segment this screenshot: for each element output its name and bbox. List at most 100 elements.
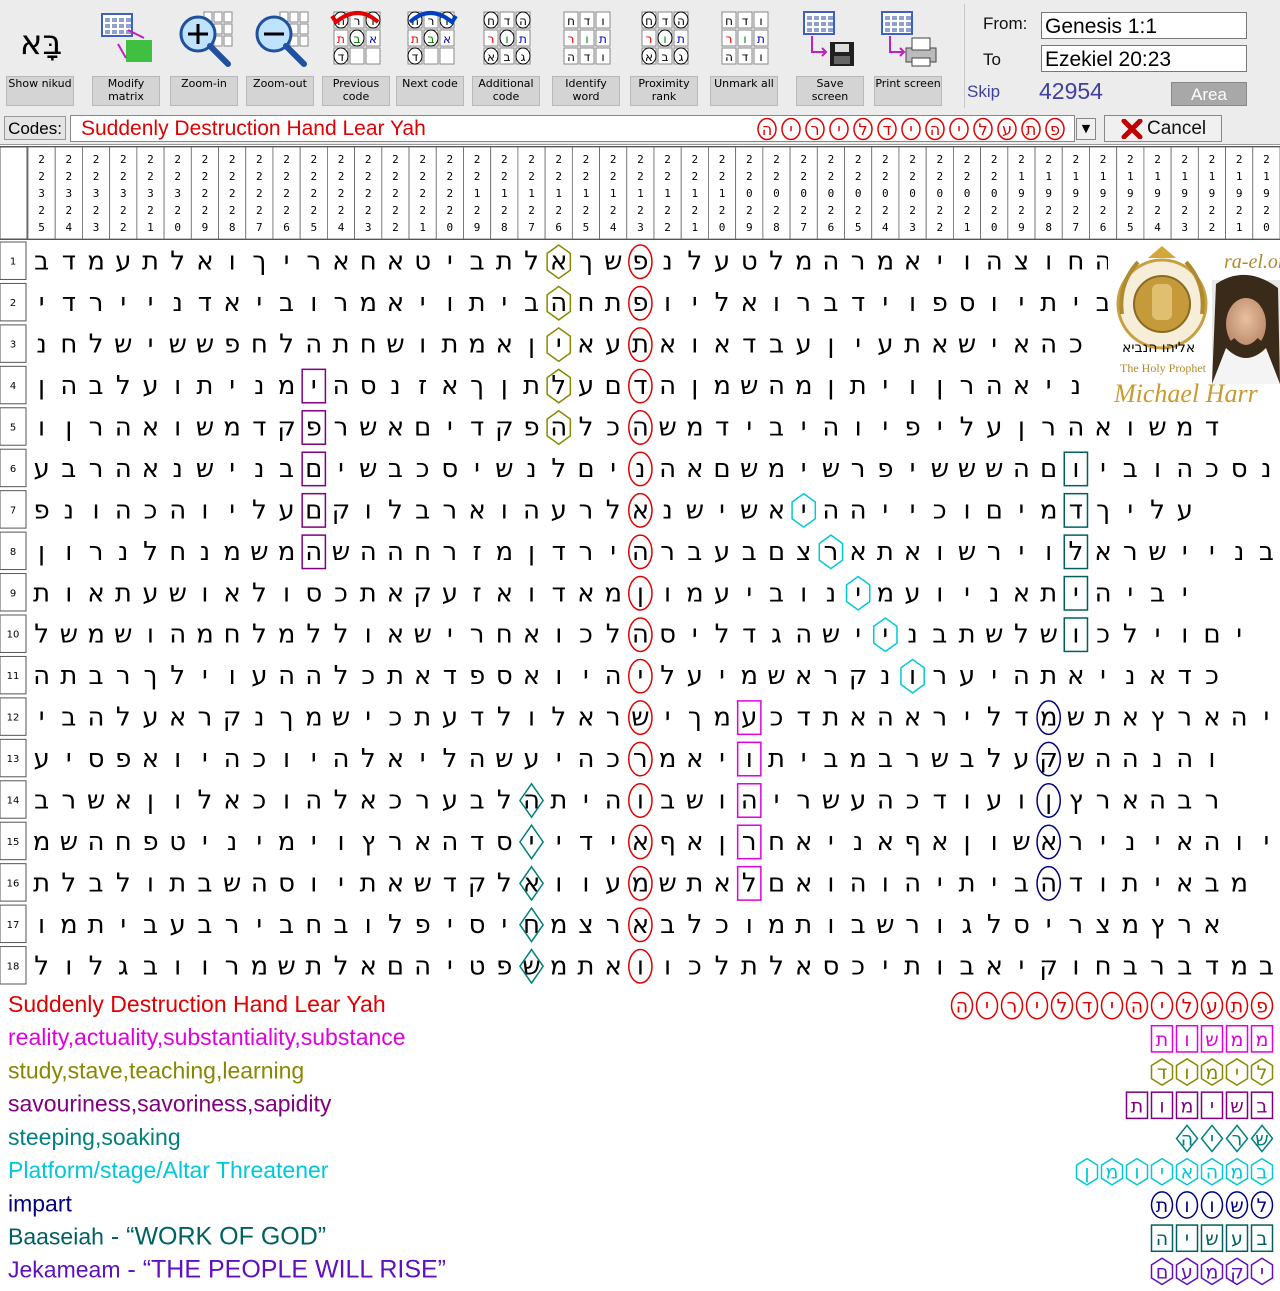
matrix-letter[interactable]: ר — [824, 661, 839, 691]
matrix-letter[interactable]: ח — [60, 330, 77, 360]
matrix-letter[interactable]: י — [1019, 951, 1025, 981]
matrix-letter[interactable]: ק — [332, 495, 350, 525]
matrix-letter[interactable]: ו — [963, 247, 970, 277]
matrix-letter[interactable]: א — [1094, 537, 1111, 567]
matrix-letter[interactable]: ה — [305, 330, 322, 360]
matrix-letter[interactable]: י — [501, 910, 507, 940]
matrix-letter[interactable]: ר — [905, 744, 920, 774]
matrix-letter[interactable]: ח — [251, 330, 268, 360]
matrix-letter[interactable]: ב — [333, 910, 348, 940]
matrix-letter[interactable]: ה — [1013, 454, 1030, 484]
matrix-letter[interactable]: ב — [197, 868, 212, 898]
matrix-letter[interactable]: ד — [1205, 951, 1219, 981]
matrix-letter[interactable]: ה — [1149, 786, 1166, 816]
matrix-letter[interactable]: ה — [1013, 661, 1030, 691]
column-number[interactable]: 2 2 3 2 5 — [27, 146, 56, 240]
column-number[interactable]: 2 1 9 2 8 — [1034, 146, 1063, 240]
matrix-letter[interactable]: צ — [578, 910, 593, 940]
matrix-letter[interactable]: ו — [310, 868, 317, 898]
matrix-letter[interactable]: ר — [633, 744, 648, 774]
matrix-letter[interactable]: י — [774, 786, 780, 816]
matrix-letter[interactable]: י — [746, 578, 752, 608]
matrix-letter[interactable]: ה — [877, 703, 894, 733]
zoom-out-button[interactable]: Zoom-out — [244, 2, 318, 106]
matrix-letter[interactable]: ע — [1013, 744, 1029, 774]
matrix-letter[interactable]: א — [795, 951, 812, 981]
matrix-letter[interactable]: י — [447, 247, 453, 277]
matrix-letter[interactable]: י — [120, 910, 126, 940]
matrix-letter[interactable]: ח — [1095, 951, 1112, 981]
matrix-letter[interactable]: ד — [633, 371, 647, 401]
matrix-letter[interactable]: ו — [882, 868, 889, 898]
matrix-letter[interactable]: ל — [334, 786, 349, 816]
matrix-letter[interactable]: י — [365, 703, 371, 733]
matrix-letter[interactable]: ה — [986, 247, 1003, 277]
matrix-letter[interactable]: א — [414, 827, 431, 857]
matrix-letter[interactable]: י — [964, 703, 970, 733]
matrix-letter[interactable]: ה — [550, 288, 567, 318]
matrix-letter[interactable]: ן — [936, 371, 943, 401]
matrix-letter[interactable]: ק — [495, 413, 513, 443]
matrix-letter[interactable]: ח — [224, 620, 241, 650]
matrix-letter[interactable]: ר — [579, 495, 594, 525]
matrix-letter[interactable]: מ — [1040, 495, 1058, 525]
area-button[interactable]: Area — [1171, 82, 1247, 106]
matrix-letter[interactable]: נ — [826, 578, 836, 608]
matrix-letter[interactable]: ה — [877, 786, 894, 816]
matrix-letter[interactable]: י — [937, 413, 943, 443]
column-number[interactable]: 2 2 0 2 9 — [735, 146, 764, 240]
matrix-letter[interactable]: ז — [418, 371, 427, 401]
matrix-letter[interactable]: ש — [522, 951, 540, 981]
matrix-letter[interactable]: ע — [278, 495, 294, 525]
matrix-letter[interactable]: י — [855, 620, 861, 650]
matrix-letter[interactable]: ש — [822, 454, 840, 484]
matrix-letter[interactable]: ב — [959, 744, 974, 774]
matrix-letter[interactable]: מ — [632, 868, 650, 898]
matrix-letter[interactable]: ב — [932, 620, 947, 650]
matrix-letter[interactable]: ר — [932, 703, 947, 733]
matrix-letter[interactable]: ן — [691, 371, 698, 401]
matrix-letter[interactable]: א — [142, 413, 159, 443]
matrix-letter[interactable]: י — [556, 827, 562, 857]
matrix-letter[interactable]: כ — [389, 786, 403, 816]
matrix-letter[interactable]: ר — [1069, 827, 1084, 857]
matrix-letter[interactable]: ה — [850, 868, 867, 898]
matrix-letter[interactable]: ו — [528, 578, 535, 608]
matrix-letter[interactable]: א — [1013, 330, 1030, 360]
matrix-letter[interactable]: ע — [33, 744, 49, 774]
matrix-letter[interactable]: י — [120, 288, 126, 318]
column-number[interactable]: 2 2 0 2 1 — [952, 146, 982, 240]
matrix-letter[interactable]: ה — [632, 413, 649, 443]
matrix-letter[interactable]: א — [795, 868, 812, 898]
matrix-letter[interactable]: מ — [686, 578, 704, 608]
matrix-letter[interactable]: כ — [688, 951, 702, 981]
matrix-letter[interactable]: ד — [552, 578, 566, 608]
matrix-letter[interactable]: מ — [1121, 910, 1139, 940]
matrix-letter[interactable]: ת — [795, 910, 812, 940]
matrix-letter[interactable]: ה — [632, 537, 649, 567]
matrix-letter[interactable]: ן — [65, 413, 72, 443]
matrix-letter[interactable]: ו — [174, 951, 181, 981]
matrix-letter[interactable]: מ — [768, 910, 786, 940]
matrix-letter[interactable]: ר — [225, 910, 240, 940]
matrix-letter[interactable]: ב — [742, 537, 757, 567]
matrix-letter[interactable]: ל — [34, 620, 49, 650]
matrix-letter[interactable]: מ — [60, 910, 78, 940]
matrix-letter[interactable]: י — [991, 868, 997, 898]
matrix-letter[interactable]: כ — [579, 620, 593, 650]
matrix-letter[interactable]: ה — [278, 661, 295, 691]
matrix-letter[interactable]: מ — [305, 703, 323, 733]
column-number[interactable]: 2 2 0 2 4 — [871, 146, 900, 240]
matrix-letter[interactable]: א — [686, 454, 703, 484]
matrix-letter[interactable]: ר — [334, 413, 349, 443]
matrix-letter[interactable]: כ — [389, 703, 403, 733]
matrix-letter[interactable]: ל — [170, 247, 185, 277]
matrix-letter[interactable]: נ — [172, 454, 182, 484]
matrix-letter[interactable]: ו — [446, 288, 453, 318]
matrix-letter[interactable]: נ — [1071, 371, 1081, 401]
matrix-letter[interactable]: ד — [1069, 495, 1083, 525]
matrix-letter[interactable]: י — [828, 827, 834, 857]
matrix-letter[interactable]: א — [115, 786, 132, 816]
matrix-letter[interactable]: ו — [283, 744, 290, 774]
matrix-letter[interactable]: ש — [604, 247, 622, 277]
